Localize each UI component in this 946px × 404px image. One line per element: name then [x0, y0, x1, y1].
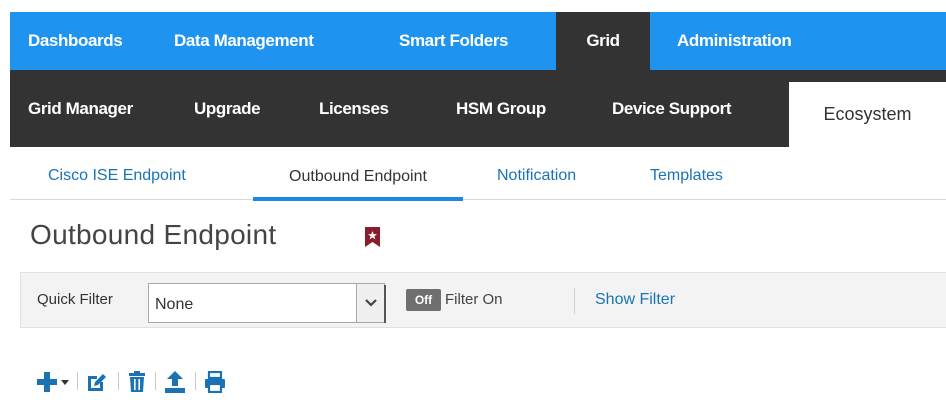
- subnav-licenses[interactable]: Licenses: [319, 70, 456, 147]
- bookmark-icon[interactable]: [364, 226, 381, 248]
- toolbar-separator: [155, 372, 156, 390]
- filter-bar: Quick Filter None Off Filter On Show Fil…: [20, 272, 946, 328]
- filter-on-label: Filter On: [445, 291, 503, 308]
- filter-toggle[interactable]: Off: [406, 289, 441, 311]
- subnav-upgrade[interactable]: Upgrade: [194, 70, 319, 147]
- subnav-grid-manager[interactable]: Grid Manager: [10, 70, 194, 147]
- page-title: Outbound Endpoint: [30, 219, 277, 250]
- tab-templates[interactable]: Templates: [650, 152, 723, 200]
- top-navigation: Dashboards Data Management Smart Folders…: [10, 12, 946, 70]
- print-icon[interactable]: [204, 371, 226, 393]
- quick-filter-value: None: [155, 296, 194, 313]
- tab-notification[interactable]: Notification: [497, 152, 576, 200]
- show-filter-link[interactable]: Show Filter: [595, 291, 675, 309]
- sub-navigation: Grid Manager Upgrade Licenses HSM Group …: [10, 70, 946, 147]
- tab-cisco-ise-endpoint[interactable]: Cisco ISE Endpoint: [48, 152, 186, 200]
- tab-outbound-endpoint[interactable]: Outbound Endpoint: [253, 152, 463, 201]
- divider: [384, 285, 386, 323]
- quick-filter-select[interactable]: None: [148, 283, 385, 323]
- toolbar-separator: [118, 372, 119, 390]
- nav-grid[interactable]: Grid: [556, 12, 650, 70]
- add-icon[interactable]: [36, 371, 58, 393]
- nav-dashboards[interactable]: Dashboards: [10, 12, 174, 70]
- delete-icon[interactable]: [128, 371, 146, 393]
- nav-administration[interactable]: Administration: [650, 12, 850, 70]
- quick-filter-label: Quick Filter: [37, 291, 113, 308]
- subnav-device-support[interactable]: Device Support: [612, 70, 782, 147]
- nav-smart-folders[interactable]: Smart Folders: [394, 12, 556, 70]
- nav-data-management[interactable]: Data Management: [174, 12, 394, 70]
- subnav-ecosystem[interactable]: Ecosystem: [789, 82, 946, 147]
- tab-bar: Cisco ISE Endpoint Outbound Endpoint Not…: [10, 152, 946, 201]
- divider: [574, 288, 575, 314]
- dropdown-caret-icon[interactable]: [61, 380, 69, 386]
- edit-icon[interactable]: [86, 371, 108, 393]
- chevron-down-icon[interactable]: [356, 284, 384, 322]
- upload-icon[interactable]: [164, 370, 186, 393]
- subnav-hsm-group[interactable]: HSM Group: [456, 70, 612, 147]
- toolbar-separator: [77, 372, 78, 390]
- toolbar-separator: [195, 372, 196, 390]
